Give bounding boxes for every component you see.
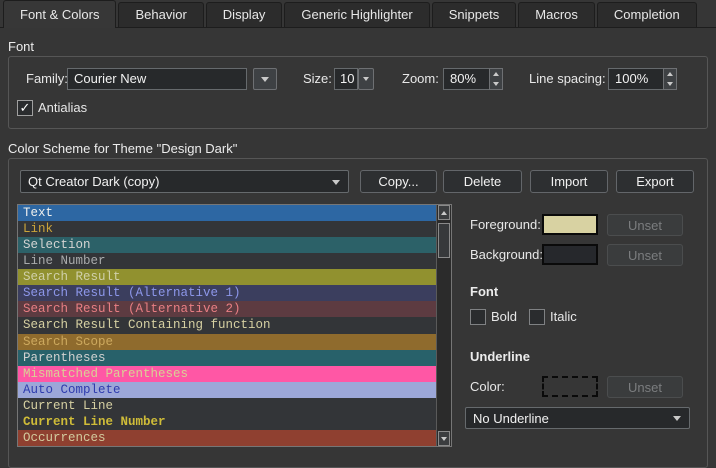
line-spacing-spinner-buttons[interactable] <box>663 68 677 90</box>
checkmark-icon: ✓ <box>20 101 31 115</box>
scroll-down-icon <box>441 437 447 441</box>
color-scheme-list-item[interactable]: Link <box>18 221 436 237</box>
tab-generic-highlighter[interactable]: Generic Highlighter <box>284 2 429 27</box>
antialias-label: Antialias <box>38 100 87 115</box>
color-scheme-list-item[interactable]: Search Result Containing function <box>18 317 436 333</box>
line-spacing-spinbox[interactable]: 100% <box>608 68 664 90</box>
color-scheme-list-item[interactable]: Current Line <box>18 398 436 414</box>
size-label: Size: <box>303 71 332 86</box>
foreground-label: Foreground: <box>470 217 541 232</box>
color-scheme-list-item[interactable]: Auto Complete <box>18 382 436 398</box>
color-scheme-list-item[interactable]: Occurrences <box>18 430 436 446</box>
settings-tab-bar: Font & Colors Behavior Display Generic H… <box>0 0 716 28</box>
underline-section-heading: Underline <box>470 349 530 364</box>
import-button[interactable]: Import <box>530 170 608 193</box>
scroll-up-button[interactable] <box>438 205 450 220</box>
chevron-down-icon <box>673 416 681 421</box>
font-size-dropdown-button[interactable] <box>358 68 374 90</box>
color-scheme-list-item[interactable]: Search Result (Alternative 1) <box>18 285 436 301</box>
color-scheme-list-item[interactable]: Text <box>18 205 436 221</box>
background-label: Background: <box>470 247 543 262</box>
color-item-list: TextLinkSelectionLine NumberSearch Resul… <box>17 204 452 447</box>
color-scheme-list-item[interactable]: Parentheses <box>18 350 436 366</box>
font-section-heading: Font <box>470 284 498 299</box>
tab-macros[interactable]: Macros <box>518 2 595 27</box>
spin-down-icon[interactable] <box>664 79 676 89</box>
underline-style-value: No Underline <box>473 411 549 426</box>
color-item-rows: TextLinkSelectionLine NumberSearch Resul… <box>18 205 436 446</box>
scrollbar-thumb[interactable] <box>438 223 450 258</box>
unset-foreground-button[interactable]: Unset <box>607 214 683 236</box>
delete-button[interactable]: Delete <box>443 170 522 193</box>
tab-snippets[interactable]: Snippets <box>432 2 517 27</box>
scroll-up-icon <box>441 211 447 215</box>
italic-checkbox[interactable] <box>529 309 545 325</box>
tab-font-and-colors[interactable]: Font & Colors <box>3 0 116 28</box>
tab-completion[interactable]: Completion <box>597 2 697 27</box>
color-scheme-list-item[interactable]: Search Scope <box>18 334 436 350</box>
family-label: Family: <box>26 71 68 86</box>
chevron-down-icon <box>332 180 340 185</box>
copy-button[interactable]: Copy... <box>360 170 437 193</box>
color-scheme-list-item[interactable]: Selection <box>18 237 436 253</box>
unset-background-button[interactable]: Unset <box>607 244 683 266</box>
underline-color-swatch[interactable] <box>542 376 598 397</box>
scheme-group-title: Color Scheme for Theme "Design Dark" <box>8 141 237 156</box>
color-scheme-list-item[interactable]: Mismatched Parentheses <box>18 366 436 382</box>
font-groupbox <box>8 56 708 129</box>
tab-display[interactable]: Display <box>206 2 283 27</box>
tab-behavior[interactable]: Behavior <box>118 2 203 27</box>
antialias-checkbox[interactable]: ✓ <box>17 100 33 116</box>
spin-down-icon[interactable] <box>490 79 502 89</box>
line-spacing-label: Line spacing: <box>529 71 606 86</box>
color-scheme-list-item[interactable]: Line Number <box>18 253 436 269</box>
zoom-label: Zoom: <box>402 71 439 86</box>
zoom-spinner-buttons[interactable] <box>489 68 503 90</box>
font-family-dropdown-button[interactable] <box>253 68 277 90</box>
foreground-color-swatch[interactable] <box>542 214 598 235</box>
bold-checkbox[interactable] <box>470 309 486 325</box>
font-size-combobox[interactable]: 10 <box>334 68 358 90</box>
underline-style-combobox[interactable]: No Underline <box>465 407 690 429</box>
scroll-down-button[interactable] <box>438 431 450 446</box>
color-scheme-combobox-value: Qt Creator Dark (copy) <box>28 174 159 189</box>
bold-label: Bold <box>491 309 517 324</box>
unset-underline-button[interactable]: Unset <box>607 376 683 398</box>
color-scheme-list-item[interactable]: Search Result (Alternative 2) <box>18 301 436 317</box>
background-color-swatch[interactable] <box>542 244 598 265</box>
font-family-combobox[interactable]: Courier New <box>67 68 247 90</box>
color-scheme-combobox[interactable]: Qt Creator Dark (copy) <box>20 170 349 193</box>
color-scheme-list-item[interactable]: Search Result <box>18 269 436 285</box>
color-scheme-list-item[interactable]: Current Line Number <box>18 414 436 430</box>
chevron-down-icon <box>363 77 369 81</box>
options-dialog: { "tabs": [ {"label": "Font & Colors", "… <box>0 0 716 455</box>
spin-up-icon[interactable] <box>664 69 676 79</box>
italic-label: Italic <box>550 309 577 324</box>
export-button[interactable]: Export <box>616 170 694 193</box>
vertical-scrollbar[interactable] <box>436 205 451 446</box>
zoom-spinbox[interactable]: 80% <box>443 68 490 90</box>
chevron-down-icon <box>261 77 269 82</box>
underline-color-label: Color: <box>470 379 505 394</box>
font-group-title: Font <box>8 39 34 54</box>
spin-up-icon[interactable] <box>490 69 502 79</box>
